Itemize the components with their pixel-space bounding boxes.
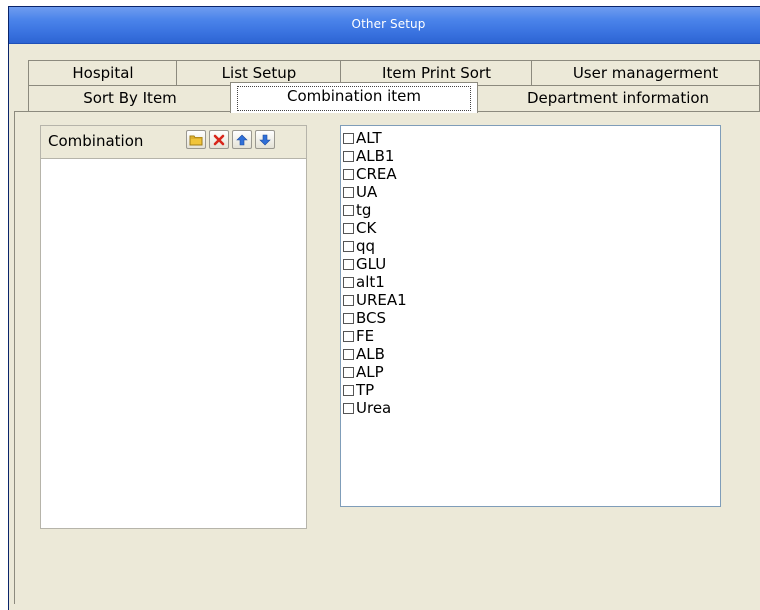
checklist-item[interactable]: qq	[343, 237, 720, 255]
item-label: ALB	[356, 345, 385, 363]
folder-icon	[189, 135, 203, 145]
checkbox[interactable]	[343, 294, 354, 306]
checkbox[interactable]	[343, 384, 354, 396]
checklist-item[interactable]: ALB1	[343, 147, 720, 165]
checklist-item[interactable]: TP	[343, 381, 720, 399]
item-label: ALT	[356, 129, 382, 147]
item-label: ALB1	[356, 147, 395, 165]
checkbox[interactable]	[343, 150, 354, 162]
item-label: UREA1	[356, 291, 407, 309]
item-label: FE	[356, 327, 375, 345]
checklist-item[interactable]: ALB	[343, 345, 720, 363]
item-label: GLU	[356, 255, 387, 273]
item-label: alt1	[356, 273, 385, 291]
combination-panel: Combination	[40, 125, 307, 529]
checklist-item[interactable]: UREA1	[343, 291, 720, 309]
item-label: BCS	[356, 309, 387, 327]
tab-label: Department information	[526, 89, 710, 107]
checkbox[interactable]	[343, 312, 354, 324]
checkbox[interactable]	[343, 348, 354, 360]
checkbox[interactable]	[343, 258, 354, 270]
checklist-item[interactable]: CREA	[343, 165, 720, 183]
arrow-down-icon	[259, 134, 271, 145]
item-label: ALP	[356, 363, 384, 381]
checklist-item[interactable]: tg	[343, 201, 720, 219]
delete-combination-button[interactable]	[209, 130, 229, 149]
tab-department-information[interactable]: Department information	[476, 85, 760, 112]
checklist-item[interactable]: Urea	[343, 399, 720, 417]
item-checklist: ALT ALB1 CREA UA tg CK qq GLU alt1 UREA1…	[340, 125, 721, 507]
arrow-up-icon	[236, 134, 248, 145]
checkbox[interactable]	[343, 204, 354, 216]
checklist-item[interactable]: ALT	[343, 129, 720, 147]
tab-label: Sort By Item	[83, 89, 177, 107]
checkbox[interactable]	[343, 168, 354, 180]
checklist-item[interactable]: BCS	[343, 309, 720, 327]
checkbox[interactable]	[343, 276, 354, 288]
item-label: TP	[356, 381, 375, 399]
move-down-button[interactable]	[255, 130, 275, 149]
checklist-item[interactable]: FE	[343, 327, 720, 345]
tab-combination-item[interactable]: Combination item	[230, 82, 478, 113]
checkbox[interactable]	[343, 240, 354, 252]
checklist-item[interactable]: UA	[343, 183, 720, 201]
checkbox[interactable]	[343, 402, 354, 414]
tab-sort-by-item[interactable]: Sort By Item	[28, 85, 232, 112]
tab-label: Combination item	[286, 87, 422, 105]
checkbox[interactable]	[343, 222, 354, 234]
item-label: CREA	[356, 165, 397, 183]
tab-user-management[interactable]: User managerment	[531, 60, 760, 86]
item-label: Urea	[356, 399, 392, 417]
checkbox[interactable]	[343, 330, 354, 342]
checklist-item[interactable]: ALP	[343, 363, 720, 381]
add-combination-button[interactable]	[186, 130, 206, 149]
checklist-item[interactable]: CK	[343, 219, 720, 237]
delete-icon	[213, 134, 225, 145]
combination-label: Combination	[48, 132, 144, 150]
move-up-button[interactable]	[232, 130, 252, 149]
tab-label: User managerment	[572, 64, 719, 82]
tab-hospital[interactable]: Hospital	[28, 60, 178, 86]
checklist-item[interactable]: GLU	[343, 255, 720, 273]
tab-label: List Setup	[221, 64, 297, 82]
checklist-item[interactable]: alt1	[343, 273, 720, 291]
item-label: qq	[356, 237, 376, 255]
checkbox[interactable]	[343, 132, 354, 144]
checkbox[interactable]	[343, 366, 354, 378]
tab-label: Item Print Sort	[382, 64, 491, 82]
item-label: UA	[356, 183, 378, 201]
tab-focus-rect: Combination item	[237, 86, 471, 111]
tab-strip: Hospital List Setup Item Print Sort User…	[0, 0, 760, 120]
item-label: CK	[356, 219, 377, 237]
item-label: tg	[356, 201, 372, 219]
tab-label: Hospital	[72, 64, 134, 82]
checkbox[interactable]	[343, 186, 354, 198]
combination-header: Combination	[41, 126, 306, 159]
